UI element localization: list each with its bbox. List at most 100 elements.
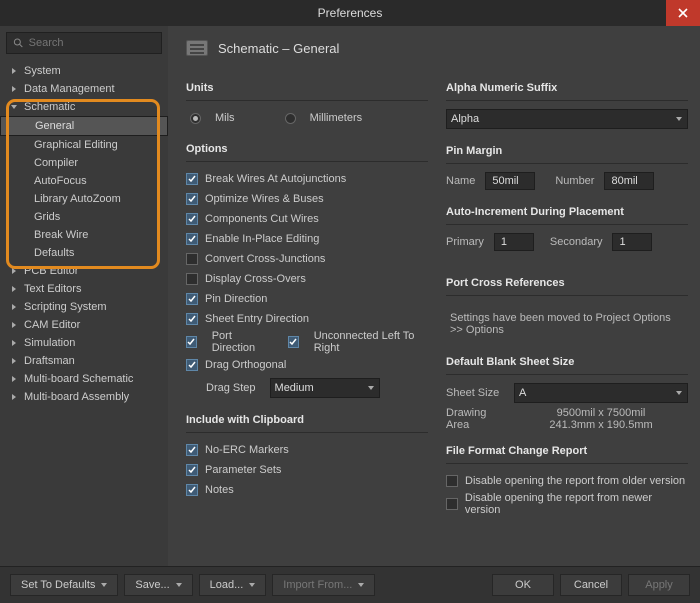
tree-item-cam-editor[interactable]: CAM Editor bbox=[0, 316, 168, 334]
radio-mils[interactable] bbox=[190, 113, 201, 124]
chk-inplace-edit[interactable] bbox=[186, 233, 198, 245]
area-mm: 241.3mm x 190.5mm bbox=[514, 419, 688, 431]
clip-label: No-ERC Markers bbox=[205, 444, 289, 456]
chk-paramsets[interactable] bbox=[186, 464, 198, 476]
tree-item-defaults[interactable]: Defaults bbox=[0, 244, 168, 262]
radio-millimeters[interactable] bbox=[285, 113, 296, 124]
load-button[interactable]: Load... bbox=[199, 574, 267, 596]
tree-item-draftsman[interactable]: Draftsman bbox=[0, 352, 168, 370]
ok-button[interactable]: OK bbox=[492, 574, 554, 596]
opt-label: Sheet Entry Direction bbox=[205, 313, 309, 325]
content-pane: Schematic – General Units Mils Millimete… bbox=[168, 26, 700, 566]
chk-drag-orthogonal[interactable] bbox=[186, 359, 198, 371]
drag-step-value: Medium bbox=[275, 382, 314, 394]
tree-item-graphical-editing[interactable]: Graphical Editing bbox=[0, 136, 168, 154]
secondary-input[interactable] bbox=[612, 233, 652, 251]
sheet-size-select[interactable]: A bbox=[514, 383, 688, 403]
primary-label: Primary bbox=[446, 236, 484, 248]
area-label: Drawing Area bbox=[446, 407, 504, 431]
apply-button[interactable]: Apply bbox=[628, 574, 690, 596]
tree-item-simulation[interactable]: Simulation bbox=[0, 334, 168, 352]
window-title: Preferences bbox=[318, 6, 383, 20]
chk-notes[interactable] bbox=[186, 484, 198, 496]
label-mils: Mils bbox=[215, 112, 235, 124]
sheet-size-label: Sheet Size bbox=[446, 387, 504, 399]
section-options: Options bbox=[186, 137, 428, 162]
chk-newer[interactable] bbox=[446, 498, 458, 510]
tree-item-system[interactable]: System bbox=[0, 62, 168, 80]
primary-input[interactable] bbox=[494, 233, 534, 251]
portcross-note: Settings have been moved to Project Opti… bbox=[446, 304, 688, 344]
tree-item-scripting-system[interactable]: Scripting System bbox=[0, 298, 168, 316]
tree-item-multi-board-schematic[interactable]: Multi-board Schematic bbox=[0, 370, 168, 388]
page-title: Schematic – General bbox=[218, 41, 339, 56]
opt-label: Optimize Wires & Buses bbox=[205, 193, 324, 205]
search-box[interactable] bbox=[6, 32, 162, 54]
tree-item-data-management[interactable]: Data Management bbox=[0, 80, 168, 98]
chk-display-cross[interactable] bbox=[186, 273, 198, 285]
nav-tree: System Data Management Schematic General… bbox=[0, 60, 168, 566]
chk-port-direction[interactable] bbox=[186, 336, 197, 348]
close-button[interactable] bbox=[666, 0, 700, 26]
chk-break-wires[interactable] bbox=[186, 173, 198, 185]
tree-label: Graphical Editing bbox=[34, 139, 118, 151]
chk-noerc[interactable] bbox=[186, 444, 198, 456]
tree-label: Multi-board Schematic bbox=[24, 373, 133, 385]
chk-older[interactable] bbox=[446, 475, 458, 487]
pin-number-input[interactable] bbox=[604, 172, 654, 190]
opt-label: Unconnected Left To Right bbox=[314, 330, 428, 354]
tree-item-library-autozoom[interactable]: Library AutoZoom bbox=[0, 190, 168, 208]
save-button[interactable]: Save... bbox=[124, 574, 192, 596]
opt-label: Port Direction bbox=[212, 330, 270, 354]
button-bar: Set To Defaults Save... Load... Import F… bbox=[0, 566, 700, 603]
ff-older-label: Disable opening the report from older ve… bbox=[465, 475, 685, 487]
area-px: 9500mil x 7500mil bbox=[514, 407, 688, 419]
pin-number-label: Number bbox=[555, 175, 594, 187]
alpha-select[interactable]: Alpha bbox=[446, 109, 688, 129]
defaults-button[interactable]: Set To Defaults bbox=[10, 574, 118, 596]
tree-label: AutoFocus bbox=[34, 175, 87, 187]
clip-label: Notes bbox=[205, 484, 234, 496]
label-millimeters: Millimeters bbox=[310, 112, 363, 124]
tree-item-text-editors[interactable]: Text Editors bbox=[0, 280, 168, 298]
chk-convert-cross[interactable] bbox=[186, 253, 198, 265]
pin-name-input[interactable] bbox=[485, 172, 535, 190]
tree-label: Grids bbox=[34, 211, 60, 223]
chevron-down-icon bbox=[675, 115, 683, 123]
pin-name-label: Name bbox=[446, 175, 475, 187]
import-button[interactable]: Import From... bbox=[272, 574, 375, 596]
tree-label: Scripting System bbox=[24, 301, 107, 313]
tree-label: Compiler bbox=[34, 157, 78, 169]
section-sheet: Default Blank Sheet Size bbox=[446, 350, 688, 375]
tree-item-break-wire[interactable]: Break Wire bbox=[0, 226, 168, 244]
tree-label: Simulation bbox=[24, 337, 75, 349]
tree-item-autofocus[interactable]: AutoFocus bbox=[0, 172, 168, 190]
close-icon bbox=[678, 8, 688, 18]
tree-item-pcb-editor[interactable]: PCB Editor bbox=[0, 262, 168, 280]
schematic-icon bbox=[186, 40, 208, 56]
section-fileformat: File Format Change Report bbox=[446, 439, 688, 464]
sidebar: System Data Management Schematic General… bbox=[0, 26, 168, 566]
drag-step-select[interactable]: Medium bbox=[270, 378, 380, 398]
opt-label: Break Wires At Autojunctions bbox=[205, 173, 346, 185]
opt-label: Enable In-Place Editing bbox=[205, 233, 319, 245]
chk-sheet-entry[interactable] bbox=[186, 313, 198, 325]
tree-item-grids[interactable]: Grids bbox=[0, 208, 168, 226]
tree-label: Schematic bbox=[24, 101, 75, 113]
tree-item-multi-board-assembly[interactable]: Multi-board Assembly bbox=[0, 388, 168, 406]
chk-optimize-wires[interactable] bbox=[186, 193, 198, 205]
cancel-button[interactable]: Cancel bbox=[560, 574, 622, 596]
section-autoinc: Auto-Increment During Placement bbox=[446, 200, 688, 225]
chk-unconnected-lr[interactable] bbox=[288, 336, 299, 348]
opt-label: Pin Direction bbox=[205, 293, 267, 305]
chk-components-cut[interactable] bbox=[186, 213, 198, 225]
opt-label: Display Cross-Overs bbox=[205, 273, 306, 285]
section-units: Units bbox=[186, 76, 428, 101]
chevron-down-icon bbox=[367, 384, 375, 392]
tree-label: Break Wire bbox=[34, 229, 88, 241]
tree-item-schematic[interactable]: Schematic bbox=[0, 98, 168, 116]
chk-pin-direction[interactable] bbox=[186, 293, 198, 305]
tree-item-general[interactable]: General bbox=[0, 116, 168, 136]
tree-item-compiler[interactable]: Compiler bbox=[0, 154, 168, 172]
search-input[interactable] bbox=[29, 37, 155, 49]
